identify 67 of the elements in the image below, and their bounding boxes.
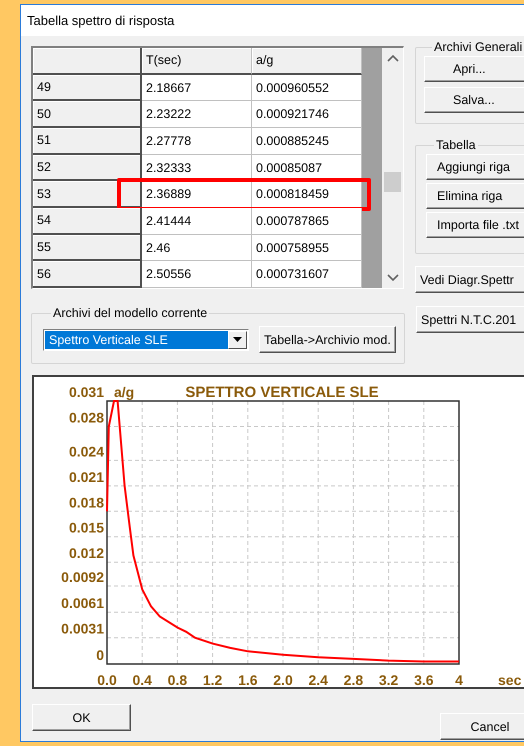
row-header: 51 (33, 128, 142, 155)
x-tick-label: 2.4 (308, 672, 328, 688)
x-tick-label: 4 (455, 672, 463, 688)
x-tick-label: 0.8 (168, 672, 188, 688)
y-axis-label: a/g (114, 384, 134, 400)
window-title: Tabella spettro di risposta (27, 13, 174, 28)
file-button[interactable]: Salva... (424, 87, 524, 113)
scrollbar[interactable] (382, 48, 403, 288)
y-tick-label: 0.012 (68, 545, 104, 562)
row-header: 53 (33, 181, 142, 208)
x-tick-label: 2.8 (344, 672, 364, 688)
group-label: Archivi Generali (433, 40, 524, 54)
column-header: a/g (252, 48, 362, 75)
row-header: 56 (33, 261, 142, 288)
table-cell: 0.000731607 (252, 261, 362, 288)
group-label: Tabella (435, 138, 477, 152)
y-tick-label: 0.0031 (61, 620, 104, 637)
table-cell: 0.000787865 (252, 208, 362, 235)
column-header: T(sec) (142, 48, 252, 75)
y-tick-label: 0.028 (68, 409, 104, 426)
x-axis-label: sec (498, 672, 522, 688)
x-tick-label: 3.6 (414, 672, 434, 688)
x-tick-label: 0.4 (132, 672, 152, 688)
row-header: 50 (33, 101, 142, 128)
row-header: 54 (33, 208, 142, 235)
row-header: 49 (33, 74, 142, 102)
y-tick-label: 0 (96, 647, 104, 663)
y-tick-label: 0.0092 (61, 568, 104, 585)
caret-icon[interactable] (228, 330, 247, 348)
file-button[interactable]: Apri... (424, 56, 524, 82)
row-header: 55 (33, 234, 142, 262)
y-tick-label: 0.0061 (61, 595, 104, 612)
x-tick-label: 3.2 (378, 672, 398, 688)
group-label: Archivi del modello corrente (52, 306, 208, 320)
diagram-button[interactable]: Vedi Diagr.Spettr (415, 266, 524, 293)
y-tick-label: 0.024 (68, 443, 104, 460)
table-cell: 2.23222 (142, 101, 252, 128)
y-tick-label: 0.018 (68, 494, 104, 510)
table-button[interactable]: Aggiungi riga (426, 154, 524, 180)
chart-title: SPETTRO VERTICALE SLE (185, 384, 379, 401)
archive-button[interactable]: Tabella->Archivio mod. (259, 326, 396, 353)
table-cell: 2.46 (142, 234, 252, 262)
table-button[interactable]: Importa file .txt (426, 212, 524, 238)
cancel-button[interactable]: Cancel (440, 713, 524, 740)
dropdown[interactable]: Spettro Verticale SLE (43, 328, 249, 350)
x-tick-label: 2.0 (273, 672, 293, 688)
ok-button[interactable]: OK (32, 704, 131, 731)
y-tick-label: 0.021 (68, 468, 104, 485)
x-tick-label: 1.2 (202, 672, 222, 688)
table-cell: 0.000960552 (252, 74, 362, 102)
x-tick-label: 1.6 (238, 672, 258, 688)
spectra-button[interactable]: Spettri N.T.C.201 (416, 306, 524, 333)
table-cell: 0.000921746 (252, 101, 362, 128)
table-cell: 0.000758955 (252, 234, 362, 262)
table-cell: 2.18667 (142, 74, 252, 102)
x-tick-label: 0.0 (97, 672, 117, 688)
row-header: 52 (33, 154, 142, 182)
y-tick-label: 0.031 (68, 384, 104, 400)
table-cell: 2.27778 (142, 128, 252, 155)
y-tick-label: 0.015 (68, 520, 104, 536)
table-button[interactable]: Elimina riga (426, 183, 524, 209)
scroll-thumb[interactable] (384, 172, 401, 192)
table-cell: 0.000885245 (252, 128, 362, 155)
scroll-down-icon[interactable] (386, 274, 398, 282)
table-cell: 2.41444 (142, 208, 252, 235)
table-cell: 2.50556 (142, 261, 252, 288)
scroll-up-icon[interactable] (386, 54, 398, 62)
